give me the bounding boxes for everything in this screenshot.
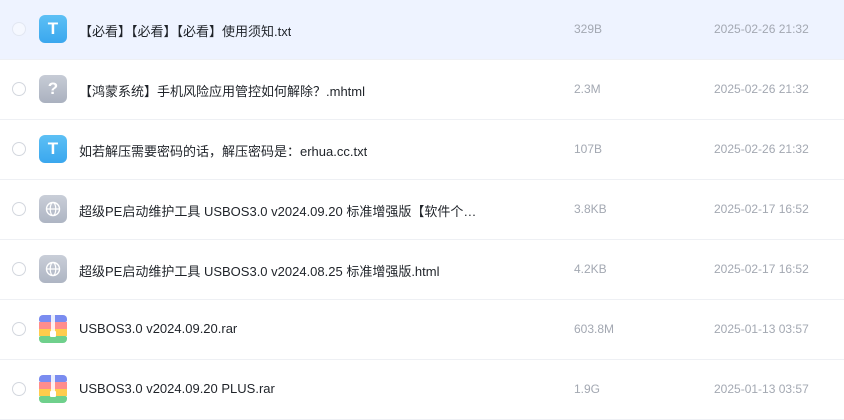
globe-icon [45,261,61,277]
archive-stripes-icon [39,375,67,403]
row-checkbox[interactable] [12,262,26,276]
file-row[interactable]: T 如若解压需要密码的话，解压密码是：erhua.cc.txt 107B 202… [0,120,844,180]
file-modified-date: 2025-02-26 21:32 [714,142,809,156]
file-modified-date: 2025-02-26 21:32 [714,22,809,36]
file-size: 4.2KB [574,262,607,276]
row-checkbox[interactable] [12,142,26,156]
file-row[interactable]: T 【必看】【必看】【必看】使用须知.txt 329B 2025-02-26 2… [0,0,844,60]
file-icon-glyph: T [47,139,59,158]
file-name[interactable]: USBOS3.0 v2024.09.20.rar [79,321,237,336]
file-icon-glyph: ? [47,79,59,98]
globe-icon [45,201,61,217]
row-checkbox[interactable] [12,82,26,96]
web-file-icon [39,195,67,223]
txt-file-icon: T [39,15,67,43]
file-row[interactable]: ? 【鸿蒙系统】手机风险应用管控如何解除？.mhtml 2.3M 2025-02… [0,60,844,120]
file-size: 3.8KB [574,202,607,216]
row-checkbox[interactable] [12,202,26,216]
row-checkbox[interactable] [12,382,26,396]
file-name[interactable]: 超级PE启动维护工具 USBOS3.0 v2024.08.25 标准增强版.ht… [79,261,440,280]
rar-archive-icon [39,315,67,343]
file-modified-date: 2025-02-17 16:52 [714,202,809,216]
row-checkbox[interactable] [12,322,26,336]
file-row[interactable]: 超级PE启动维护工具 USBOS3.0 v2024.08.25 标准增强版.ht… [0,240,844,300]
file-row[interactable]: USBOS3.0 v2024.09.20 PLUS.rar 1.9G 2025-… [0,360,844,420]
file-size: 2.3M [574,82,601,96]
file-name[interactable]: 超级PE启动维护工具 USBOS3.0 v2024.09.20 标准增强版【软件… [79,201,476,220]
file-size: 1.9G [574,382,601,396]
file-name[interactable]: 【必看】【必看】【必看】使用须知.txt [79,21,291,40]
file-modified-date: 2025-02-17 16:52 [714,262,809,276]
file-name[interactable]: USBOS3.0 v2024.09.20 PLUS.rar [79,381,275,396]
file-name[interactable]: 【鸿蒙系统】手机风险应用管控如何解除？.mhtml [79,81,365,100]
unknown-file-icon: ? [39,75,67,103]
file-row[interactable]: USBOS3.0 v2024.09.20.rar 603.8M 2025-01-… [0,300,844,360]
file-row[interactable]: 超级PE启动维护工具 USBOS3.0 v2024.09.20 标准增强版【软件… [0,180,844,240]
archive-stripes-icon [39,315,67,343]
file-list: T 【必看】【必看】【必看】使用须知.txt 329B 2025-02-26 2… [0,0,844,420]
txt-file-icon: T [39,135,67,163]
file-modified-date: 2025-01-13 03:57 [714,382,809,396]
web-file-icon [39,255,67,283]
row-checkbox[interactable] [12,22,26,36]
file-size: 603.8M [574,322,615,336]
file-icon-glyph: T [47,19,59,38]
file-modified-date: 2025-02-26 21:32 [714,82,809,96]
file-modified-date: 2025-01-13 03:57 [714,322,809,336]
file-name[interactable]: 如若解压需要密码的话，解压密码是：erhua.cc.txt [79,141,367,160]
file-size: 329B [574,22,603,36]
rar-archive-icon [39,375,67,403]
file-size: 107B [574,142,603,156]
